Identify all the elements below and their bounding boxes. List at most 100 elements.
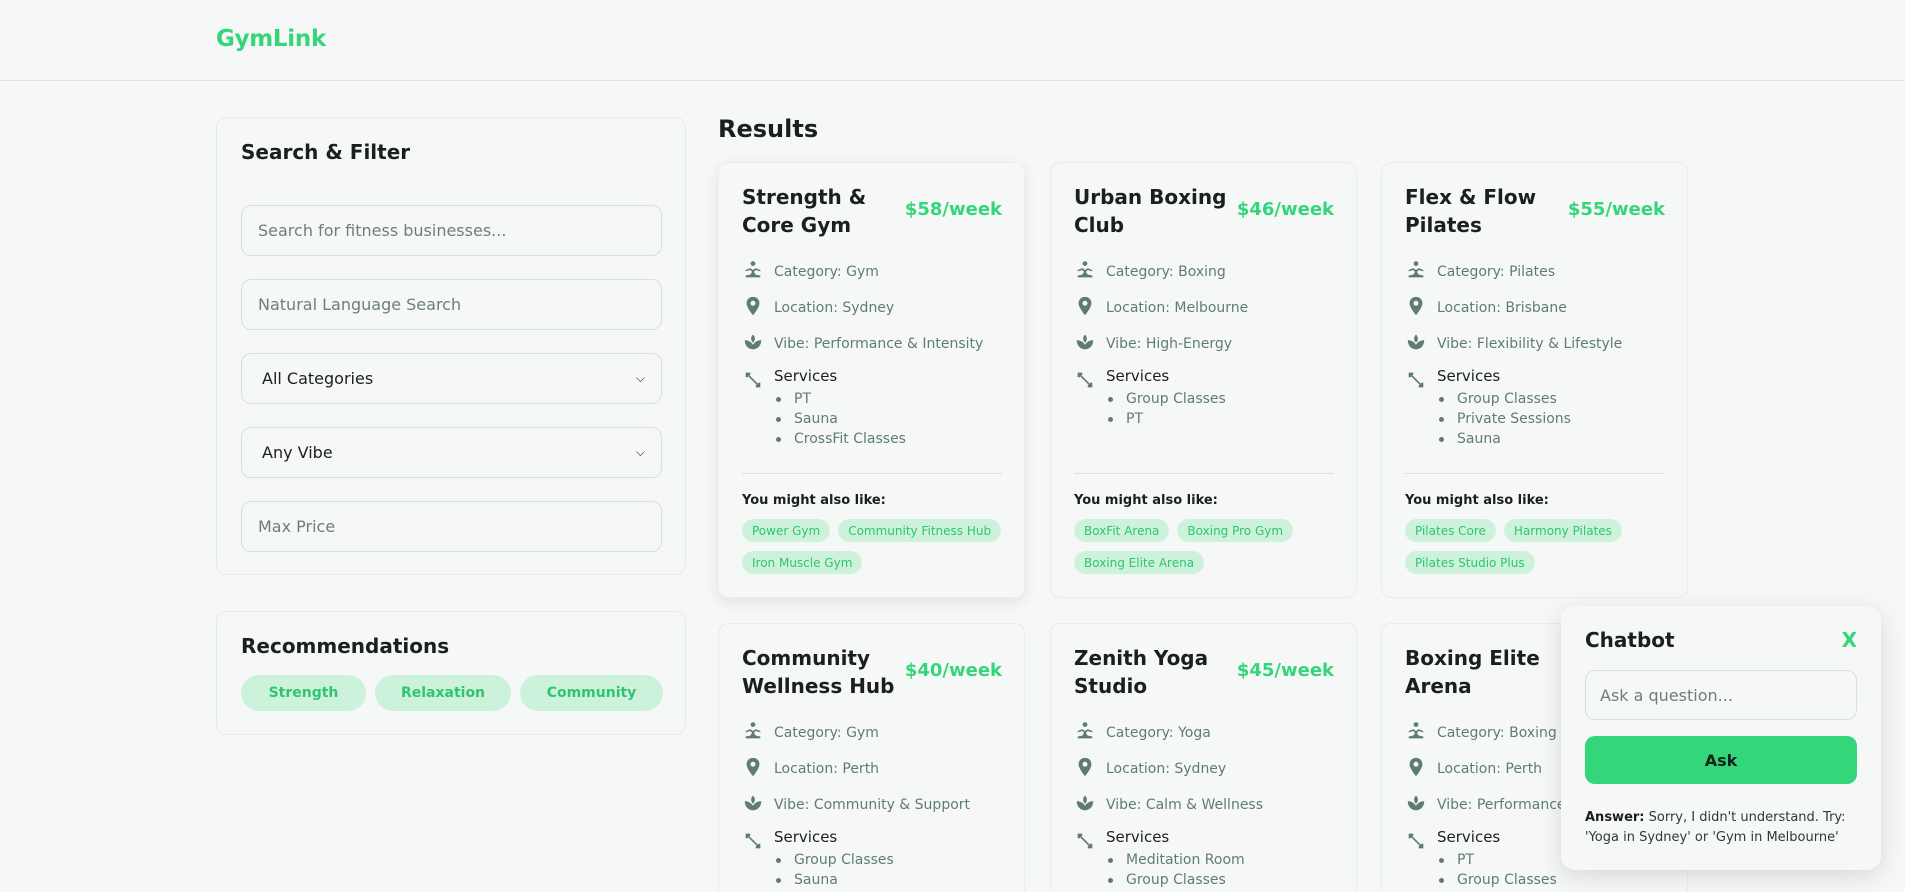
card-location-text: Location: Perth (1437, 761, 1543, 777)
filter-title: Search & Filter (241, 140, 411, 164)
card-location: Location: Sydney (1074, 756, 1226, 782)
max-price-input[interactable]: Max Price (241, 501, 662, 552)
result-card[interactable]: Zenith Yoga Studio $45/week Category: Yoga… (1050, 623, 1357, 892)
card-title[interactable]: Boxing Elite Arena (1405, 644, 1575, 700)
recommendation-pill-strength[interactable]: Strength (241, 675, 366, 711)
location-pin-icon (1074, 756, 1106, 782)
dumbbell-icon (1405, 369, 1427, 391)
dumbbell-icon (742, 369, 764, 391)
service-item: Group Classes (774, 850, 894, 870)
vibe-select-value: Any Vibe (262, 443, 333, 462)
location-pin-icon (1405, 295, 1437, 321)
category-icon (1405, 720, 1437, 746)
services-title: Services (774, 828, 838, 846)
result-card[interactable]: Strength & Core Gym $58/week Category: Gym… (718, 162, 1025, 598)
card-location: Location: Perth (1405, 756, 1542, 782)
also-like-tag[interactable]: Iron Muscle Gym (742, 551, 863, 574)
service-item: CrossFit Classes (774, 429, 906, 449)
card-title[interactable]: Zenith Yoga Studio (1074, 644, 1244, 700)
also-like-tag[interactable]: Pilates Studio Plus (1405, 551, 1535, 574)
service-item: Sauna (774, 870, 894, 890)
result-card[interactable]: Urban Boxing Club $46/week Category: Boxin… (1050, 162, 1357, 598)
card-vibe-text: Vibe: High-Energy (1106, 336, 1233, 352)
search-input[interactable]: Search for fitness businesses... (241, 205, 662, 256)
card-title[interactable]: Flex & Flow Pilates (1405, 183, 1575, 239)
also-like-tag[interactable]: Boxing Elite Arena (1074, 551, 1205, 574)
result-card[interactable]: Community Wellness Hub $40/week Category: … (718, 623, 1025, 892)
recommendations-title: Recommendations (241, 634, 450, 658)
service-item: Group Classes (1106, 870, 1245, 890)
also-like-title: You might also like: (1074, 493, 1218, 508)
lotus-icon (1074, 331, 1106, 357)
chatbot-answer: Answer: Sorry, I didn't understand. Try:… (1585, 808, 1861, 848)
card-title[interactable]: Strength & Core Gym (742, 183, 912, 239)
vibe-select[interactable]: Any Vibe ⌵ (241, 427, 662, 478)
services-list: PT Sauna CrossFit Classes (774, 389, 906, 449)
services-list: Group Classes Sauna (774, 850, 894, 890)
card-category: Category: Boxing (1405, 720, 1557, 746)
category-icon (742, 259, 774, 285)
category-icon (1074, 720, 1106, 746)
card-category-text: Category: Boxing (1106, 264, 1226, 280)
location-pin-icon (742, 295, 774, 321)
card-title[interactable]: Community Wellness Hub (742, 644, 912, 700)
also-like-tag[interactable]: Pilates Core (1405, 519, 1496, 542)
also-like-tag[interactable]: Power Gym (742, 519, 831, 542)
service-item: Private Sessions (1437, 409, 1571, 429)
chevron-down-icon: ⌵ (635, 445, 645, 459)
card-category-text: Category: Gym (774, 264, 879, 280)
service-item: Group Classes (1437, 389, 1571, 409)
lotus-icon (742, 792, 774, 818)
card-vibe-text: Vibe: Flexibility & Lifestyle (1437, 336, 1623, 352)
category-icon (742, 720, 774, 746)
card-price: $58/week (904, 199, 1002, 220)
card-category: Category: Boxing (1074, 259, 1226, 285)
card-category-text: Category: Boxing (1437, 725, 1557, 741)
recommendation-pill-community[interactable]: Community (520, 675, 663, 711)
card-divider (1405, 473, 1665, 474)
result-card[interactable]: Flex & Flow Pilates $55/week Category: Pil… (1381, 162, 1688, 598)
category-icon (1074, 259, 1106, 285)
category-select[interactable]: All Categories ⌵ (241, 353, 662, 404)
also-like-tags: BoxFit Arena Boxing Pro Gym Boxing Elite A… (1074, 519, 1339, 574)
also-like-tag[interactable]: Boxing Pro Gym (1177, 519, 1294, 542)
chatbot-question-input[interactable]: Ask a question... (1585, 670, 1857, 720)
services-list: PT Group Classes (1437, 850, 1557, 890)
chatbot-close-button[interactable]: X (1842, 628, 1857, 652)
card-location: Location: Melbourne (1074, 295, 1248, 321)
brand-logo[interactable]: GymLink (216, 26, 326, 52)
services-list: Group Classes PT (1106, 389, 1226, 429)
lotus-icon (1405, 792, 1437, 818)
services-title: Services (774, 367, 838, 385)
also-like-tag[interactable]: Community Fitness Hub (838, 519, 1002, 542)
top-bar: GymLink (0, 0, 1905, 81)
card-title[interactable]: Urban Boxing Club (1074, 183, 1244, 239)
card-vibe: Vibe: Community & Support (742, 792, 970, 818)
dumbbell-icon (742, 830, 764, 852)
recommendation-pill-relaxation[interactable]: Relaxation (375, 675, 511, 711)
lotus-icon (742, 331, 774, 357)
card-vibe: Vibe: High-Energy (1074, 331, 1232, 357)
chatbot-answer-label: Answer: (1585, 810, 1645, 825)
natural-language-search-input[interactable]: Natural Language Search (241, 279, 662, 330)
service-item: PT (1106, 409, 1226, 429)
also-like-tag[interactable]: Harmony Pilates (1503, 519, 1622, 542)
chatbot-ask-button[interactable]: Ask (1585, 736, 1857, 784)
location-pin-icon (1405, 756, 1437, 782)
card-vibe: Vibe: Calm & Wellness (1074, 792, 1263, 818)
card-location-text: Location: Sydney (1106, 761, 1227, 777)
service-item: Sauna (1437, 429, 1571, 449)
card-vibe-text: Vibe: Performance & (1437, 797, 1581, 813)
card-location: Location: Perth (742, 756, 879, 782)
card-location-text: Location: Perth (774, 761, 880, 777)
service-item: Group Classes (1106, 389, 1226, 409)
services-title: Services (1437, 367, 1501, 385)
dumbbell-icon (1405, 830, 1427, 852)
card-vibe: Vibe: Flexibility & Lifestyle (1405, 331, 1622, 357)
card-location: Location: Sydney (742, 295, 894, 321)
search-filter-panel: Search & Filter Search for fitness busin… (216, 117, 686, 575)
chevron-down-icon: ⌵ (635, 371, 645, 385)
card-vibe-text: Vibe: Calm & Wellness (1106, 797, 1264, 813)
also-like-tag[interactable]: BoxFit Arena (1074, 519, 1170, 542)
card-divider (742, 473, 1002, 474)
